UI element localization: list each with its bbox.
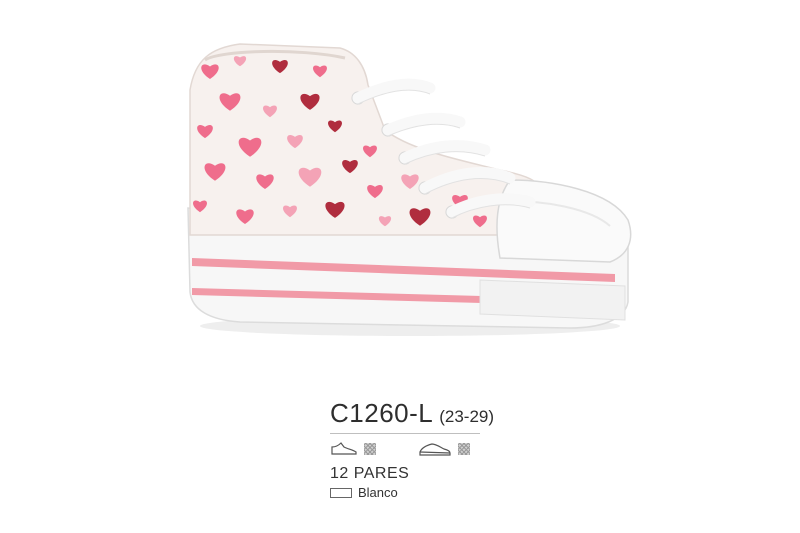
color-row: Blanco xyxy=(330,485,550,500)
model-line: C1260-L (23-29) xyxy=(330,398,550,429)
pairs-count: 12 PARES xyxy=(330,465,410,482)
shoe-sole-icon xyxy=(419,443,451,456)
model-code: C1260-L xyxy=(330,398,434,428)
size-range: (23-29) xyxy=(439,407,495,426)
shoe-upper-icon xyxy=(331,442,357,455)
materials-row xyxy=(330,440,550,458)
divider xyxy=(330,433,480,434)
product-caption: C1260-L (23-29) 12 PARES Blanco xyxy=(330,398,550,500)
product-image xyxy=(170,30,640,340)
color-name: Blanco xyxy=(358,485,398,500)
upper-material xyxy=(330,441,376,457)
upper-material-swatch xyxy=(364,443,376,455)
sneaker-illustration xyxy=(187,43,632,336)
sole-material xyxy=(418,441,470,457)
sole-material-swatch xyxy=(458,443,470,455)
color-swatch xyxy=(330,487,352,498)
